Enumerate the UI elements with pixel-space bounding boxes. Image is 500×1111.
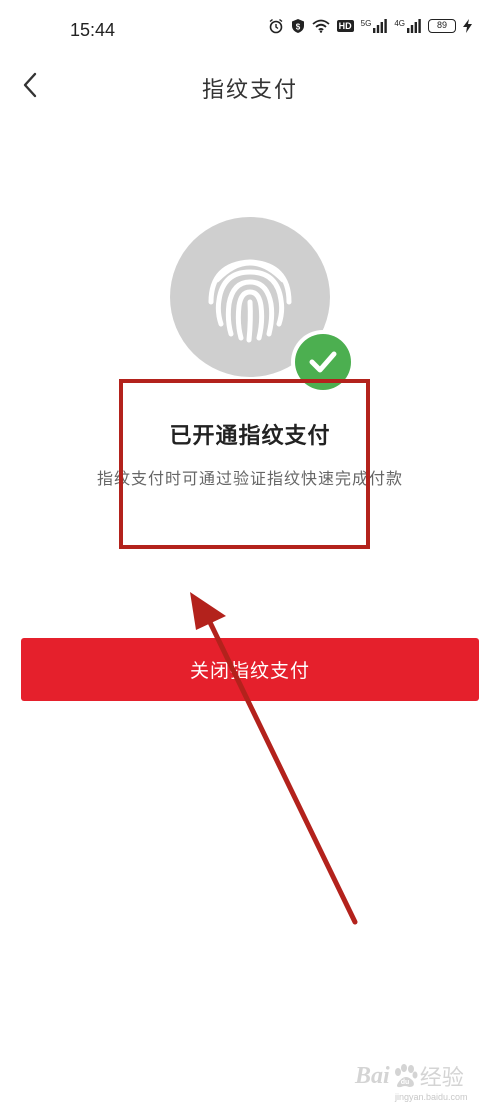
fingerprint-icon	[208, 259, 292, 343]
alarm-icon	[269, 18, 283, 34]
status-time: 15:44	[70, 20, 116, 40]
page-title: 指纹支付	[201, 78, 298, 103]
watermark-brand: Bai	[355, 1062, 390, 1089]
annotation-highlight-box	[119, 379, 370, 549]
status-icons: $ HD 5G 4G 89	[268, 18, 472, 34]
watermark: Bai du 经验	[355, 1060, 464, 1092]
fingerprint-graphic	[170, 217, 355, 394]
paw-icon: du	[394, 1064, 418, 1088]
signal-icon	[373, 19, 388, 33]
shield-icon: $	[291, 19, 304, 33]
success-badge	[291, 330, 355, 394]
nav-bar: 指纹支付	[0, 60, 500, 110]
hd-icon: HD	[336, 20, 354, 32]
signal-icon	[407, 19, 421, 33]
network-label-5g: 5G	[360, 19, 372, 28]
battery-icon: 89	[428, 19, 456, 33]
status-title: 已开通指纹支付	[169, 424, 331, 449]
network-label-4g: 4G	[394, 19, 405, 28]
status-bar: 15:44 $ HD 5G 4G 89	[0, 0, 500, 60]
watermark-url: jingyan.baidu.com	[395, 1092, 468, 1102]
status-description: 指纹支付时可通过验证指纹快速完成付款	[96, 469, 403, 488]
svg-text:du: du	[400, 1079, 409, 1086]
success-circle	[295, 334, 351, 390]
annotation-arrow	[190, 592, 358, 925]
wifi-icon	[312, 19, 330, 33]
svg-text:$: $	[295, 23, 300, 32]
charging-icon	[463, 19, 472, 33]
check-icon	[309, 351, 337, 373]
close-fingerprint-pay-button[interactable]: 关闭指纹支付	[21, 638, 479, 701]
watermark-word: 经验	[419, 1066, 464, 1091]
